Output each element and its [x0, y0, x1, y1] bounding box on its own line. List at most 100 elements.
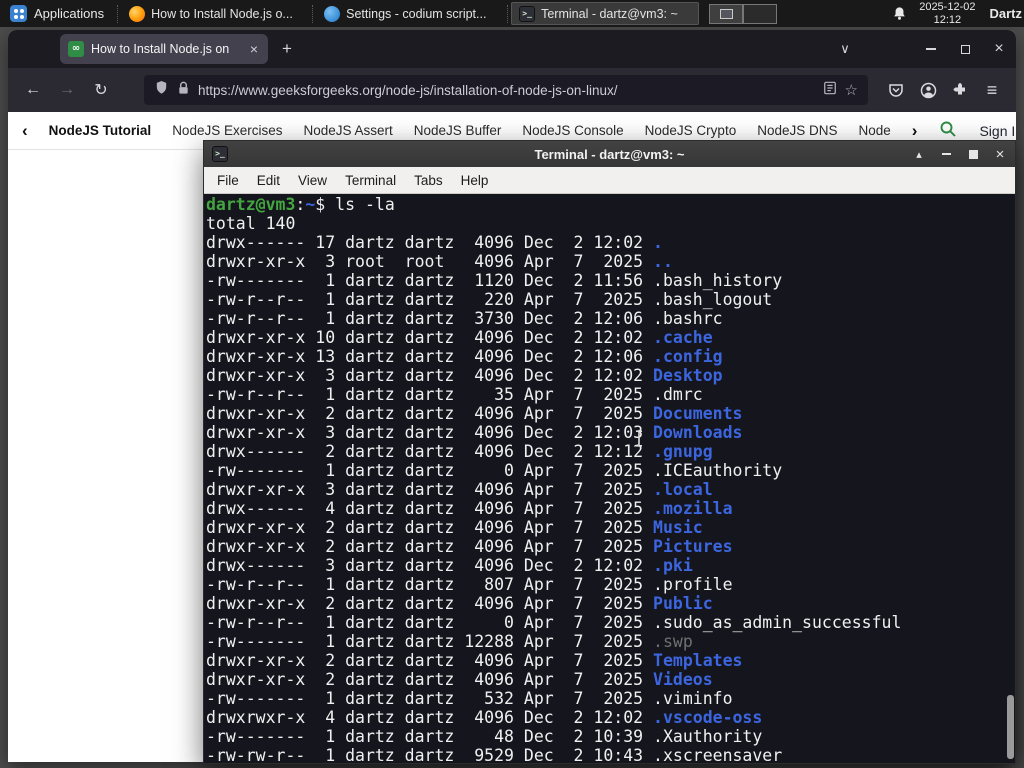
terminal-line: drwxr-xr-x 3 dartz dartz 4096 Dec 2 12:0… — [206, 366, 723, 385]
taskbar-item-settings[interactable]: Settings - codium script... — [316, 2, 504, 25]
terminal-menubar: File Edit View Terminal Tabs Help — [204, 167, 1015, 194]
terminal-line: -rw-rw-r-- 1 dartz dartz 9529 Dec 2 10:4… — [206, 746, 783, 763]
terminal-output: dartz@vm3:~$ ls -la total 140 drwx------ 1… — [206, 195, 1015, 763]
terminal-line: drwx------ 17 dartz dartz 4096 Dec 2 12:… — [206, 233, 663, 252]
nav-scroll-left-icon[interactable]: ‹ — [22, 121, 28, 141]
browser-maximize-button[interactable] — [948, 30, 982, 68]
terminal-line: drwxr-xr-x 3 root root 4096 Apr 7 2025 .… — [206, 252, 673, 271]
tab-title: How to Install Node.js on — [91, 42, 230, 56]
firefox-icon — [129, 5, 146, 22]
terminal-maximize-button[interactable] — [966, 147, 980, 161]
browser-tab-bar: ∞ How to Install Node.js on × + ∨ × — [8, 30, 1016, 68]
panel-separator — [507, 4, 509, 23]
menu-terminal[interactable]: Terminal — [336, 173, 405, 188]
tracking-protection-shield-icon[interactable] — [154, 80, 169, 100]
task-label: How to Install Node.js o... — [151, 6, 293, 21]
terminal-line: -rw-r--r-- 1 dartz dartz 0 Apr 7 2025 .s… — [206, 613, 902, 632]
browser-tab[interactable]: ∞ How to Install Node.js on × — [60, 34, 268, 64]
terminal-line: -rw-r--r-- 1 dartz dartz 3730 Dec 2 12:0… — [206, 309, 723, 328]
terminal-line: total 140 — [206, 214, 296, 233]
workspace-1[interactable] — [709, 3, 744, 24]
terminal-line: drwxr-xr-x 2 dartz dartz 4096 Apr 7 2025… — [206, 594, 713, 613]
browser-minimize-button[interactable] — [914, 30, 948, 68]
browser-close-button[interactable]: × — [982, 30, 1016, 68]
menu-file[interactable]: File — [208, 173, 248, 188]
terminal-scrollbar-thumb[interactable] — [1007, 695, 1014, 759]
site-nav-item-buffer[interactable]: NodeJS Buffer — [414, 123, 502, 138]
terminal-line: drwx------ 3 dartz dartz 4096 Dec 2 12:0… — [206, 556, 693, 575]
site-nav-item-crypto[interactable]: NodeJS Crypto — [645, 123, 737, 138]
task-label: Settings - codium script... — [346, 6, 487, 21]
reader-view-icon[interactable] — [823, 81, 837, 100]
terminal-icon: >_ — [519, 5, 536, 22]
clock-time: 12:12 — [933, 13, 962, 26]
nav-scroll-right-icon[interactable]: › — [912, 121, 918, 141]
terminal-window: >_ Terminal - dartz@vm3: ~ ▴ × File Edit… — [203, 140, 1016, 764]
clock-date: 2025-12-02 — [919, 1, 976, 13]
terminal-line: -rw------- 1 dartz dartz 0 Apr 7 2025 .I… — [206, 461, 783, 480]
terminal-screen[interactable]: dartz@vm3:~$ ls -la total 140 drwx------ 1… — [204, 194, 1015, 763]
terminal-line: drwxr-xr-x 13 dartz dartz 4096 Dec 2 12:… — [206, 347, 723, 366]
search-icon[interactable] — [939, 120, 957, 141]
workspace-switcher[interactable] — [709, 3, 778, 24]
extensions-icon[interactable] — [946, 76, 974, 104]
workspace-2[interactable] — [743, 3, 778, 24]
terminal-line: drwxr-xr-x 10 dartz dartz 4096 Dec 2 12:… — [206, 328, 713, 347]
menu-view[interactable]: View — [289, 173, 336, 188]
back-button[interactable]: ← — [18, 75, 48, 105]
mini-window — [719, 8, 733, 19]
terminal-minimize-button[interactable] — [939, 147, 953, 161]
account-icon[interactable] — [914, 76, 942, 104]
reload-button[interactable]: ↻ — [86, 75, 116, 105]
notification-bell-icon[interactable] — [892, 6, 907, 21]
vscodium-icon — [324, 5, 341, 22]
terminal-line: drwxr-xr-x 2 dartz dartz 4096 Apr 7 2025… — [206, 404, 743, 423]
bookmark-star-icon[interactable]: ☆ — [845, 81, 858, 99]
menu-tabs[interactable]: Tabs — [405, 173, 452, 188]
new-tab-button[interactable]: + — [272, 34, 302, 64]
panel-separator — [312, 4, 314, 23]
terminal-shade-button[interactable]: ▴ — [912, 147, 926, 161]
terminal-close-button[interactable]: × — [993, 146, 1007, 163]
pocket-icon[interactable] — [882, 76, 910, 104]
forward-button[interactable]: → — [52, 75, 82, 105]
site-nav-item-exercises[interactable]: NodeJS Exercises — [172, 123, 282, 138]
list-all-tabs-button[interactable]: ∨ — [828, 30, 862, 68]
lock-icon[interactable] — [177, 81, 190, 100]
applications-icon — [10, 5, 27, 22]
terminal-line: drwxr-xr-x 2 dartz dartz 4096 Apr 7 2025… — [206, 651, 743, 670]
menu-edit[interactable]: Edit — [248, 173, 289, 188]
terminal-line: drwx------ 2 dartz dartz 4096 Dec 2 12:1… — [206, 442, 713, 461]
taskbar-item-firefox[interactable]: How to Install Node.js o... — [121, 2, 309, 25]
menu-help[interactable]: Help — [452, 173, 498, 188]
terminal-line: -rw-r--r-- 1 dartz dartz 220 Apr 7 2025 … — [206, 290, 773, 309]
terminal-titlebar[interactable]: >_ Terminal - dartz@vm3: ~ ▴ × — [204, 141, 1015, 167]
menu-icon[interactable]: ≡ — [978, 76, 1006, 104]
applications-label: Applications — [34, 6, 105, 21]
terminal-line: drwxr-xr-x 3 dartz dartz 4096 Dec 2 12:0… — [206, 423, 743, 442]
taskbar-item-terminal[interactable]: >_ Terminal - dartz@vm3: ~ — [511, 2, 700, 25]
terminal-line: -rw------- 1 dartz dartz 532 Apr 7 2025 … — [206, 689, 733, 708]
terminal-line: drwxr-xr-x 2 dartz dartz 4096 Apr 7 2025… — [206, 670, 713, 689]
site-nav-item-dns[interactable]: NodeJS DNS — [757, 123, 837, 138]
terminal-line: drwx------ 4 dartz dartz 4096 Apr 7 2025… — [206, 499, 733, 518]
terminal-line: -rw-r--r-- 1 dartz dartz 807 Apr 7 2025 … — [206, 575, 733, 594]
tab-close-button[interactable]: × — [248, 41, 260, 57]
address-bar[interactable]: https://www.geeksforgeeks.org/node-js/in… — [144, 75, 868, 105]
geeksforgeeks-favicon: ∞ — [68, 41, 84, 57]
applications-menu[interactable]: Applications — [0, 0, 114, 27]
site-nav-item-assert[interactable]: NodeJS Assert — [303, 123, 392, 138]
terminal-line: -rw------- 1 dartz dartz 12288 Apr 7 202… — [206, 632, 693, 651]
sign-in-button[interactable]: Sign In — [979, 123, 1016, 139]
task-label: Terminal - dartz@vm3: ~ — [541, 6, 678, 21]
site-nav-item-console[interactable]: NodeJS Console — [522, 123, 623, 138]
site-nav-item-truncated[interactable]: Node — [859, 123, 891, 138]
site-nav-item-tutorial[interactable]: NodeJS Tutorial — [49, 123, 152, 138]
clock[interactable]: 2025-12-02 12:12 — [919, 1, 975, 26]
url-text: https://www.geeksforgeeks.org/node-js/in… — [198, 82, 618, 98]
terminal-line: drwxr-xr-x 3 dartz dartz 4096 Apr 7 2025… — [206, 480, 713, 499]
terminal-icon: >_ — [212, 146, 228, 162]
top-panel: Applications How to Install Node.js o...… — [0, 0, 1024, 27]
terminal-line: drwxr-xr-x 2 dartz dartz 4096 Apr 7 2025… — [206, 518, 703, 537]
terminal-line: -rw------- 1 dartz dartz 48 Dec 2 10:39 … — [206, 727, 763, 746]
